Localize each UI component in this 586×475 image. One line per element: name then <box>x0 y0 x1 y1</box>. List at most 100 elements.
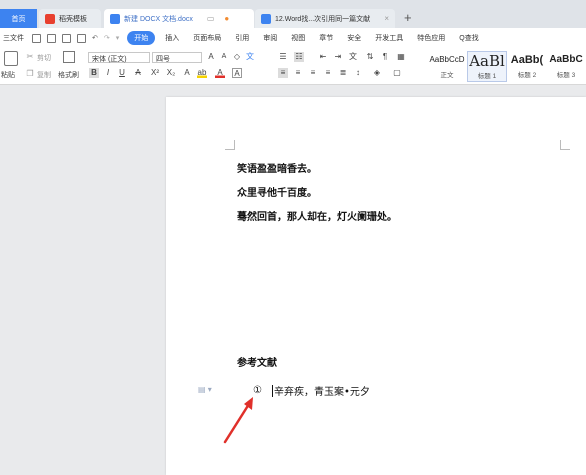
strikethrough-icon[interactable]: A <box>133 68 143 78</box>
menu-insert[interactable]: 插入 <box>165 33 179 43</box>
chinese-layout-icon[interactable]: 文 <box>348 52 358 62</box>
menu-references[interactable]: 引用 <box>235 33 249 43</box>
undo-icon[interactable]: ↶ <box>92 34 98 42</box>
highlight-icon[interactable]: ab <box>197 68 207 78</box>
dropdown-icon[interactable]: ▾ <box>116 34 120 42</box>
increase-indent-icon[interactable]: ⇥ <box>333 52 343 62</box>
numbered-list-icon[interactable]: ☷ <box>294 52 304 62</box>
tab-bar: 首页 稻壳模板 新建 DOCX 文档.docx ▭ ● 12.Word找...次… <box>0 0 586 28</box>
italic-icon[interactable]: I <box>103 68 113 78</box>
monitor-icon[interactable]: ▭ <box>207 14 215 23</box>
margin-corner-top-right <box>560 140 570 150</box>
style-heading-2-preview: AaBb( <box>510 54 544 66</box>
tab-document-2-label: 12.Word找...次引用同一篇文献 <box>275 15 371 23</box>
menu-page-layout[interactable]: 页面布局 <box>193 33 221 43</box>
doc-line-3[interactable]: 蓦然回首，那人却在，灯火阑珊处。 <box>237 208 397 223</box>
align-right-icon[interactable]: ≡ <box>308 68 318 78</box>
shrink-font-icon[interactable]: A <box>219 52 229 62</box>
paste-button[interactable]: 粘贴 <box>1 70 15 80</box>
table-icon[interactable]: ▦ <box>396 52 406 62</box>
style-heading-1[interactable]: AaBl 标题 1 <box>467 51 507 82</box>
font-size-value: 四号 <box>156 56 170 63</box>
format-painter-icon[interactable] <box>63 51 75 63</box>
decrease-indent-icon[interactable]: ⇤ <box>318 52 328 62</box>
ribbon: 粘贴 ✂ 剪切 ❐ 复制 格式刷 宋体 (正文) 四号 A A ◇ 文 B I … <box>0 48 586 85</box>
word-doc-icon <box>261 13 271 24</box>
char-border-icon[interactable]: A <box>232 68 242 78</box>
tab-document-label: 新建 DOCX 文档.docx <box>124 15 193 23</box>
red-arrow-annotation <box>223 397 253 444</box>
align-center-icon[interactable]: ≡ <box>293 68 303 78</box>
bullet-list-icon[interactable]: ☰ <box>278 52 288 62</box>
tab-document-active[interactable]: 新建 DOCX 文档.docx ▭ ● <box>104 9 254 28</box>
clear-format-icon[interactable]: ◇ <box>232 52 242 62</box>
style-heading-3[interactable]: AaBbC 标题 3 <box>546 51 586 82</box>
text-cursor <box>271 384 273 397</box>
export-icon[interactable] <box>77 33 86 43</box>
phonetic-guide-icon[interactable]: 文 <box>245 52 255 62</box>
save-icon[interactable] <box>32 33 41 43</box>
doc-line-2[interactable]: 众里寻他千百度。 <box>237 184 317 199</box>
tab-templates-label: 稻壳模板 <box>59 15 87 23</box>
paragraph-handle-icon[interactable]: ▤ ▾ <box>198 385 212 394</box>
menu-special[interactable]: 特色应用 <box>417 33 445 43</box>
style-normal-name: 正文 <box>440 72 454 79</box>
margin-corner-top-left <box>225 140 235 150</box>
grow-font-icon[interactable]: A <box>206 52 216 62</box>
style-normal-preview: AaBbCcD <box>429 55 465 64</box>
format-painter-button[interactable]: 格式刷 <box>58 70 79 80</box>
tab-document-2[interactable]: 12.Word找...次引用同一篇文献 × <box>255 9 395 28</box>
menu-view[interactable]: 视图 <box>291 33 305 43</box>
sort-icon[interactable]: ⇅ <box>365 52 375 62</box>
line-spacing-icon[interactable]: ↕ <box>353 68 363 78</box>
style-heading-1-preview: AaBl <box>469 52 505 70</box>
unsaved-dot-icon: ● <box>224 14 230 23</box>
copy-button[interactable]: 复制 <box>37 70 51 80</box>
shading-icon[interactable]: ◈ <box>372 68 382 78</box>
tab-home-label: 首页 <box>11 15 26 23</box>
doc-line-1[interactable]: 笑语盈盈暗香去。 <box>237 160 317 175</box>
font-color-icon[interactable]: A <box>215 68 225 78</box>
tab-templates[interactable]: 稻壳模板 <box>39 9 101 28</box>
menu-review[interactable]: 审阅 <box>263 33 277 43</box>
redo-icon[interactable]: ↷ <box>104 34 110 42</box>
font-size-select[interactable]: 四号 <box>152 52 202 63</box>
menu-section[interactable]: 章节 <box>319 33 333 43</box>
distribute-icon[interactable]: ≣ <box>338 68 348 78</box>
tab-home[interactable]: 首页 <box>0 9 37 28</box>
close-icon[interactable]: × <box>384 14 389 23</box>
style-heading-2-name: 标题 2 <box>517 72 537 79</box>
references-heading[interactable]: 参考文献 <box>237 354 277 369</box>
word-doc-icon <box>110 13 120 24</box>
underline-icon[interactable]: U <box>117 68 127 78</box>
justify-icon[interactable]: ≡ <box>323 68 333 78</box>
font-name-select[interactable]: 宋体 (正文) <box>88 52 150 63</box>
search-button[interactable]: Q查找 <box>459 33 478 43</box>
font-name-value: 宋体 (正文) <box>92 56 127 63</box>
bold-icon[interactable]: B <box>89 68 99 78</box>
text-effect-icon[interactable]: A <box>182 68 192 78</box>
show-marks-icon[interactable]: ¶ <box>380 52 390 62</box>
scissors-icon[interactable]: ✂ <box>25 52 35 62</box>
cut-button[interactable]: 剪切 <box>37 53 51 63</box>
menu-bar: 三文件 ↶ ↷ ▾ 开始 插入 页面布局 引用 审阅 视图 章节 安全 开发工具… <box>0 28 586 48</box>
style-heading-2[interactable]: AaBb( 标题 2 <box>507 51 547 82</box>
style-heading-3-preview: AaBbC <box>549 54 583 65</box>
paste-icon[interactable] <box>4 51 18 66</box>
style-heading-3-name: 标题 3 <box>556 72 576 79</box>
menu-developer[interactable]: 开发工具 <box>375 33 403 43</box>
reference-entry[interactable]: ① 辛弃疾，青玉案•元夕 <box>253 383 370 398</box>
copy-icon[interactable]: ❐ <box>25 69 35 79</box>
style-heading-1-name: 标题 1 <box>477 73 497 80</box>
menu-start[interactable]: 开始 <box>127 31 156 45</box>
print-preview-icon[interactable] <box>62 33 71 43</box>
superscript-icon[interactable]: X² <box>150 68 160 78</box>
subscript-icon[interactable]: X₂ <box>166 68 176 78</box>
new-tab-button[interactable]: + <box>404 10 412 25</box>
print-icon[interactable] <box>47 33 56 43</box>
file-menu[interactable]: 三文件 <box>3 33 24 43</box>
borders-icon[interactable]: ▢ <box>392 68 402 78</box>
menu-security[interactable]: 安全 <box>347 33 361 43</box>
style-normal[interactable]: AaBbCcD 正文 <box>427 51 467 82</box>
align-left-icon[interactable]: ≡ <box>278 68 288 78</box>
